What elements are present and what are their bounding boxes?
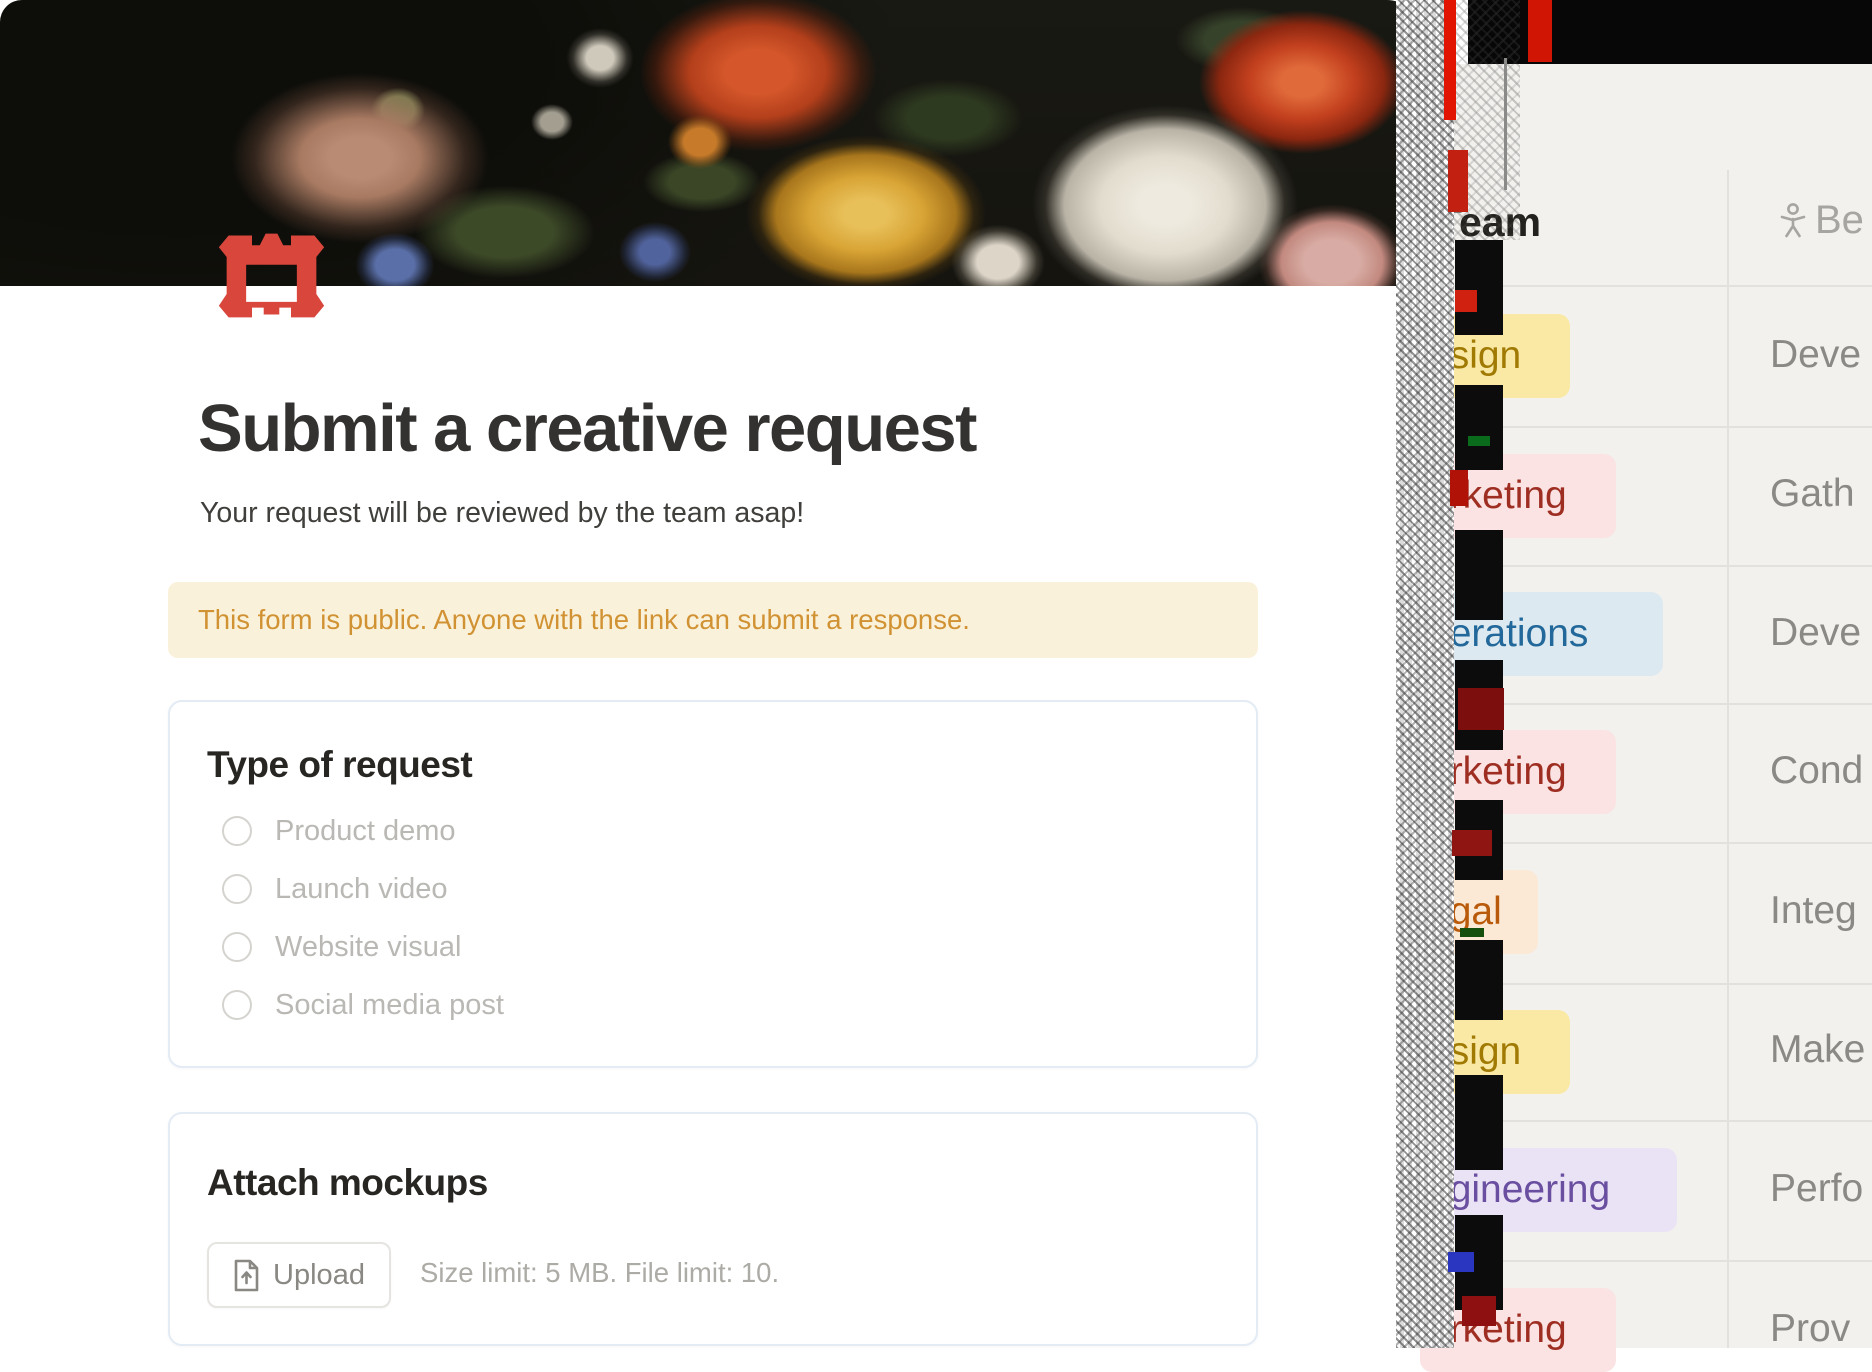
public-form-notice: This form is public. Anyone with the lin… [168, 582, 1258, 658]
glitch-artifact-green [1468, 436, 1490, 446]
row-divider [1452, 565, 1872, 567]
radio-option-product-demo[interactable]: Product demo [222, 814, 456, 848]
glitch-artifact-block [1455, 940, 1503, 1020]
glitch-artifact-darkred [1458, 688, 1504, 730]
upload-button[interactable]: Upload [207, 1242, 391, 1308]
row-divider [1452, 703, 1872, 705]
glitch-artifact-red [1450, 470, 1468, 506]
task-cell[interactable]: Perfo [1770, 1167, 1863, 1211]
person-icon [1780, 203, 1806, 239]
glitch-artifact-line [1504, 58, 1507, 190]
glitch-artifact-darkred [1462, 1296, 1496, 1326]
radio-option-launch-video[interactable]: Launch video [222, 872, 448, 906]
row-divider [1452, 285, 1872, 287]
radio-circle-icon[interactable] [222, 990, 252, 1020]
upload-limits-hint: Size limit: 5 MB. File limit: 10. [420, 1244, 779, 1302]
glitch-artifact-red [1448, 150, 1468, 212]
glitch-artifact-band [1396, 0, 1454, 1348]
form-title: Submit a creative request [198, 390, 976, 467]
radio-circle-icon[interactable] [222, 932, 252, 962]
question-card-attach-mockups: Attach mockups Upload Size limit: 5 MB. … [168, 1112, 1258, 1346]
radio-circle-icon[interactable] [222, 874, 252, 904]
column-header-assignee-label: Be [1815, 198, 1864, 243]
glitch-artifact-green [1460, 928, 1484, 937]
glitch-artifact-blue [1448, 1252, 1474, 1272]
row-divider [1452, 983, 1872, 985]
glitch-artifact-darkred [1452, 830, 1492, 856]
task-cell[interactable]: Integ [1770, 889, 1857, 933]
task-cell[interactable]: Deve [1770, 611, 1861, 655]
question-title: Type of request [207, 744, 472, 786]
radio-circle-icon[interactable] [222, 816, 252, 846]
upload-button-label: Upload [273, 1259, 365, 1292]
form-logo-icon [213, 223, 330, 328]
task-cell[interactable]: Cond [1770, 749, 1863, 793]
glitch-artifact-block [1455, 385, 1503, 470]
column-header-assignee[interactable]: Be [1780, 198, 1864, 243]
public-form-notice-text: This form is public. Anyone with the lin… [198, 604, 970, 636]
row-divider [1452, 426, 1872, 428]
glitch-artifact-red [1528, 0, 1552, 62]
row-divider [1452, 842, 1872, 844]
task-cell[interactable]: Prov [1770, 1307, 1850, 1351]
glitch-artifact-block [1455, 1075, 1503, 1170]
column-divider [1727, 170, 1729, 1348]
glitch-artifact-red [1455, 290, 1477, 312]
task-cell[interactable]: Gath [1770, 472, 1855, 516]
question-title: Attach mockups [207, 1162, 488, 1204]
glitch-artifact-block [1455, 530, 1503, 620]
glitch-artifact-block [1455, 240, 1503, 335]
task-cell[interactable]: Make [1770, 1028, 1865, 1072]
row-divider [1452, 1120, 1872, 1122]
row-divider [1452, 1260, 1872, 1262]
glitch-artifact-red [1444, 0, 1456, 120]
radio-option-social-media-post[interactable]: Social media post [222, 988, 504, 1022]
radio-option-website-visual[interactable]: Website visual [222, 930, 461, 964]
file-upload-icon [233, 1259, 260, 1292]
question-card-type-of-request: Type of request Product demo Launch vide… [168, 700, 1258, 1068]
screenshot-root: { "form": { "logo_color": "#d9463c", "ti… [0, 0, 1872, 1348]
task-cell[interactable]: Deve [1770, 333, 1861, 377]
form-subtitle: Your request will be reviewed by the tea… [200, 497, 804, 530]
